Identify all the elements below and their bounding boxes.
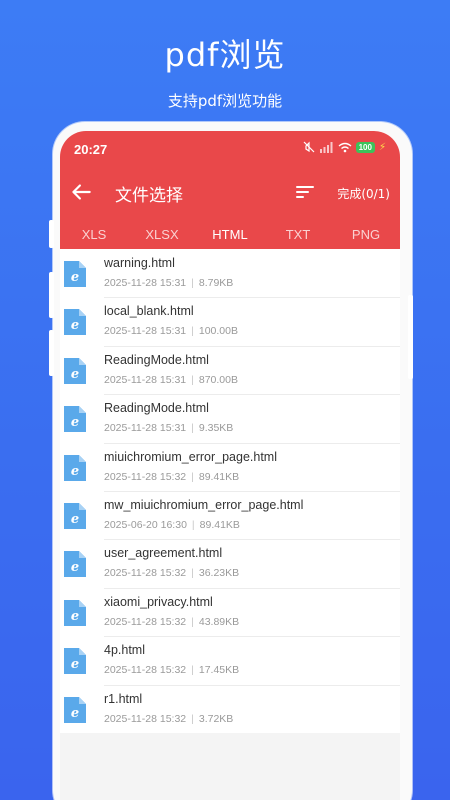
file-row[interactable]: e miuichromium_error_page.html 2025-11-2… <box>60 443 400 492</box>
file-size: 3.72KB <box>198 712 234 725</box>
sort-icon[interactable] <box>294 181 316 203</box>
phone-side-button-left-3 <box>49 330 54 376</box>
file-name: miuichromium_error_page.html <box>104 449 277 464</box>
promo-subtitle: 支持pdf浏览功能 <box>167 92 283 110</box>
svg-text:e: e <box>71 512 79 527</box>
file-row[interactable]: e ReadingMode.html 2025-11-28 15:31 | 870.… <box>60 346 400 396</box>
file-row[interactable]: e warning.html 2025-11-28 15:31 | 8.79KB <box>60 249 400 299</box>
file-size: 8.79KB <box>198 277 234 289</box>
tab-xlsx[interactable]: XLSX <box>130 227 194 242</box>
file-size: 870.00B <box>198 373 238 386</box>
html-file-icon: e <box>64 696 86 723</box>
file-meta: 2025-11-28 15:32 | 36.23KB <box>104 567 240 580</box>
file-name: mw_miuichromium_error_page.html <box>104 497 304 512</box>
file-meta: 2025-11-28 15:31 | 870.00B <box>104 373 238 386</box>
svg-text:e: e <box>71 415 79 430</box>
battery-icon: 100 <box>355 141 375 153</box>
svg-text:e: e <box>71 464 79 479</box>
file-meta: 2025-11-28 15:32 | 89.41KB <box>104 470 240 483</box>
file-date: 2025-11-28 15:32 <box>104 470 187 483</box>
file-size: 36.23KB <box>198 567 240 580</box>
mute-icon <box>303 141 315 153</box>
file-date: 2025-11-28 15:32 <box>104 664 187 677</box>
html-file-icon: e <box>64 551 86 578</box>
done-button[interactable]: 完成(0/1) <box>337 185 390 202</box>
html-file-icon: e <box>64 406 86 433</box>
list-empty-area <box>60 733 400 800</box>
phone-side-button-left-1 <box>49 220 54 248</box>
file-type-tabs: XLS XLSX HTML TXT PNG <box>60 221 400 247</box>
file-size: 43.89KB <box>198 615 240 628</box>
file-size: 100.00B <box>198 325 238 338</box>
file-size: 17.45KB <box>198 664 240 677</box>
app-bar: 20:27 100 ⚡ 文件选择 完成(0/1) XLS XLSX HTML T… <box>60 131 400 249</box>
file-meta: 2025-11-28 15:32 | 17.45KB <box>104 664 240 677</box>
status-time: 20:27 <box>74 142 108 157</box>
svg-text:e: e <box>71 367 79 382</box>
html-file-icon: e <box>64 357 86 384</box>
signal-icon <box>319 141 333 153</box>
file-row[interactable]: e mw_miuichromium_error_page.html 2025-0… <box>60 491 400 541</box>
file-meta: 2025-11-28 15:32 | 43.89KB <box>104 615 240 628</box>
file-date: 2025-11-28 15:32 <box>104 567 187 580</box>
file-name: user_agreement.html <box>104 546 223 561</box>
file-name: 4p.html <box>104 643 145 658</box>
tab-xls[interactable]: XLS <box>62 227 126 242</box>
file-date: 2025-11-28 15:32 <box>104 712 187 725</box>
file-meta: 2025-06-20 16:30 | 89.41KB <box>104 518 240 531</box>
file-row[interactable]: e 4p.html 2025-11-28 15:32 | 17.45KB <box>60 636 400 686</box>
file-meta: 2025-11-28 15:31 | 8.79KB <box>104 277 234 289</box>
phone-screen: 20:27 100 ⚡ 文件选择 完成(0/1) XLS XLSX HTML T… <box>60 131 400 800</box>
file-date: 2025-11-28 15:31 <box>104 373 187 386</box>
tab-png[interactable]: PNG <box>334 227 398 242</box>
html-file-icon: e <box>64 599 86 626</box>
file-row[interactable]: e local_blank.html 2025-11-28 15:31 | 100.… <box>60 297 400 347</box>
html-file-icon: e <box>64 502 86 529</box>
tab-txt[interactable]: TXT <box>266 227 330 242</box>
html-file-icon: e <box>64 261 86 287</box>
file-date: 2025-11-28 15:31 <box>104 422 187 435</box>
file-date: 2025-11-28 15:31 <box>104 325 187 338</box>
phone-side-button-left-2 <box>49 272 54 318</box>
file-list: e warning.html 2025-11-28 15:31 | 8.79KB e… <box>60 249 400 733</box>
file-name: warning.html <box>104 256 175 270</box>
svg-text:e: e <box>71 270 79 285</box>
file-meta: 2025-11-28 15:31 | 100.00B <box>104 325 238 338</box>
tab-html[interactable]: HTML <box>198 227 262 242</box>
svg-text:e: e <box>71 706 79 721</box>
file-size: 89.41KB <box>199 518 240 531</box>
svg-text:e: e <box>71 657 79 672</box>
file-name: local_blank.html <box>104 304 194 319</box>
html-file-icon: e <box>64 648 86 675</box>
file-meta: 2025-11-28 15:32 | 3.72KB <box>104 712 234 725</box>
file-row[interactable]: e ReadingMode.html 2025-11-28 15:31 | 9.35… <box>60 394 400 444</box>
page-title: 文件选择 <box>115 186 183 206</box>
promo-title: pdf浏览 <box>164 36 286 74</box>
file-row[interactable]: e user_agreement.html 2025-11-28 15:32 | 3… <box>60 539 400 589</box>
wifi-icon <box>338 142 352 152</box>
file-name: r1.html <box>104 691 143 706</box>
html-file-icon: e <box>64 309 86 336</box>
file-name: xiaomi_privacy.html <box>104 594 213 609</box>
file-date: 2025-06-20 16:30 <box>104 518 187 531</box>
status-icons: 100 ⚡ <box>303 141 386 153</box>
svg-text:e: e <box>71 318 79 333</box>
svg-text:e: e <box>71 560 79 575</box>
file-row[interactable]: e r1.html 2025-11-28 15:32 | 3.72KB <box>60 685 400 733</box>
file-name: ReadingMode.html <box>104 401 209 416</box>
file-date: 2025-11-28 15:32 <box>104 615 187 628</box>
charging-icon: ⚡ <box>378 141 386 153</box>
phone-side-button-right <box>408 295 413 379</box>
file-name: ReadingMode.html <box>104 352 209 367</box>
file-size: 9.35KB <box>198 422 234 435</box>
file-meta: 2025-11-28 15:31 | 9.35KB <box>104 422 234 435</box>
back-arrow-icon[interactable] <box>68 179 94 205</box>
file-size: 89.41KB <box>198 470 240 483</box>
file-row[interactable]: e xiaomi_privacy.html 2025-11-28 15:32 | 4… <box>60 588 400 638</box>
svg-text:e: e <box>71 609 79 624</box>
html-file-icon: e <box>64 454 86 481</box>
file-date: 2025-11-28 15:31 <box>104 277 187 289</box>
